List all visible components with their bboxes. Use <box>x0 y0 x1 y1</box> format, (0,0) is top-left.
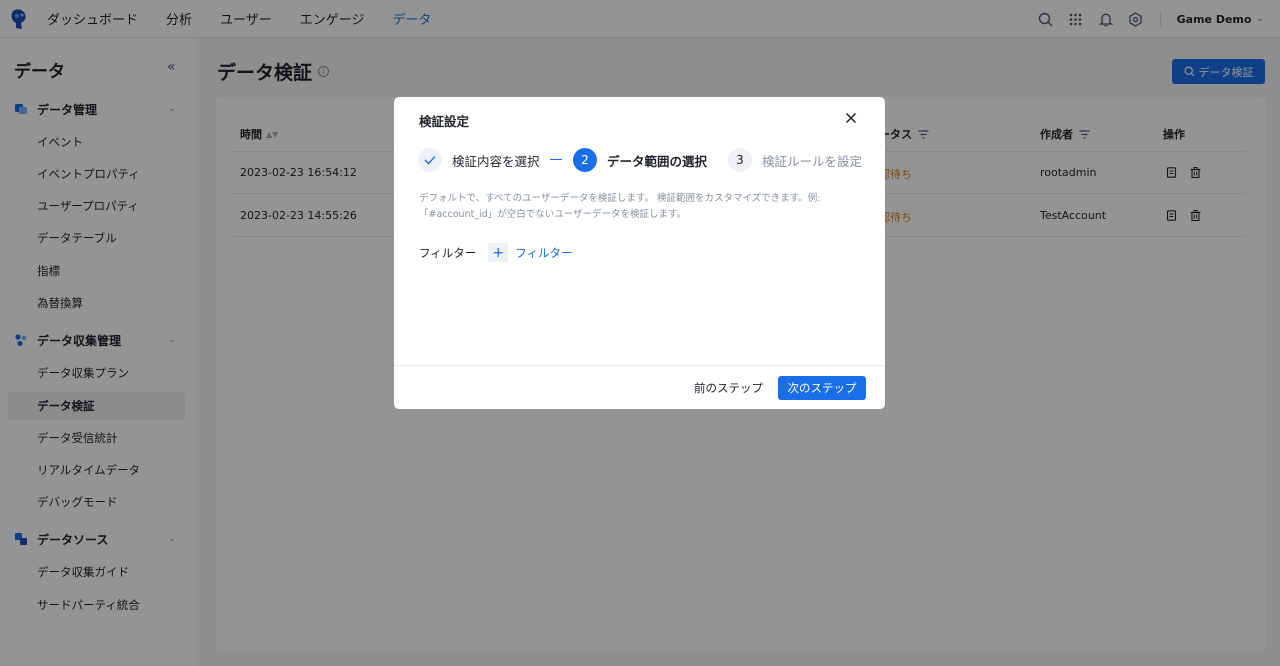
step-number: 3 <box>728 148 752 172</box>
step-label: 検証内容を選択 <box>452 153 540 169</box>
description-line: デフォルトで、すべてのユーザーデータを検証します。 検証範囲をカスタマイズできま… <box>419 193 821 204</box>
step-connector <box>550 159 562 160</box>
step-1[interactable]: 検証内容を選択 <box>418 148 540 172</box>
close-icon[interactable] <box>843 110 859 126</box>
validation-settings-modal: 検証設定 検証内容を選択 2 データ範囲の選択 3 検証ルールを設定 デフォルト… <box>394 97 885 409</box>
step-label: 検証ルールを設定 <box>762 153 863 169</box>
modal-footer-divider <box>394 365 885 366</box>
filter-row: フィルター + フィルター <box>419 243 573 262</box>
modal-description: デフォルトで、すべてのユーザーデータを検証します。 検証範囲をカスタマイズできま… <box>419 191 839 223</box>
check-icon <box>418 148 442 172</box>
add-filter-link[interactable]: フィルター <box>515 245 572 261</box>
step-number: 2 <box>573 148 597 172</box>
add-filter-icon[interactable]: + <box>488 243 509 262</box>
description-line: 「#account_id」が空白でないユーザーデータを検証します。 <box>419 209 687 220</box>
modal-title: 検証設定 <box>419 114 470 129</box>
step-3[interactable]: 3 検証ルールを設定 <box>728 148 862 172</box>
filter-label: フィルター <box>419 245 477 260</box>
previous-step-button[interactable]: 前のステップ <box>694 376 763 400</box>
step-label: データ範囲の選択 <box>607 153 708 169</box>
step-2[interactable]: 2 データ範囲の選択 <box>573 148 707 172</box>
next-step-button[interactable]: 次のステップ <box>778 376 866 400</box>
